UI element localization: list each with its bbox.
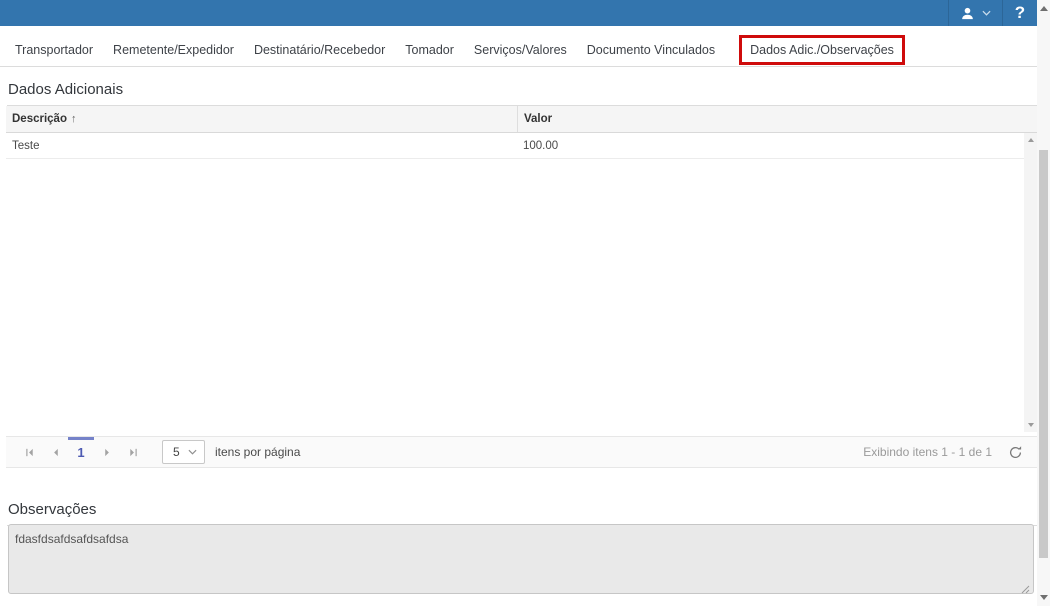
page-size-dropdown[interactable]: 5 bbox=[162, 440, 205, 464]
cell-valor: 100.00 bbox=[517, 140, 1037, 152]
grid-header-row: Descrição ↑ Valor bbox=[6, 106, 1037, 133]
tab-remetente-expedidor[interactable]: Remetente/Expedidor bbox=[103, 37, 244, 63]
user-menu-button[interactable] bbox=[948, 0, 1003, 26]
refresh-icon bbox=[1008, 445, 1023, 460]
textarea-resize-handle[interactable] bbox=[1020, 581, 1030, 599]
page-size-value: 5 bbox=[173, 445, 180, 459]
column-header-valor-label: Valor bbox=[524, 113, 552, 125]
pager-last-button[interactable] bbox=[120, 437, 146, 467]
grid-vertical-scrollbar[interactable] bbox=[1024, 133, 1037, 432]
user-icon bbox=[960, 6, 975, 21]
pager-first-button[interactable] bbox=[16, 437, 42, 467]
column-header-valor[interactable]: Valor bbox=[517, 106, 1037, 132]
tab-strip: Transportador Remetente/Expedidor Destin… bbox=[0, 33, 1037, 67]
sort-asc-icon: ↑ bbox=[71, 113, 77, 125]
tab-transportador[interactable]: Transportador bbox=[5, 37, 103, 63]
pager-page-1[interactable]: 1 bbox=[68, 437, 94, 467]
tab-tomador[interactable]: Tomador bbox=[395, 37, 464, 63]
pager-previous-button[interactable] bbox=[42, 437, 68, 467]
tab-servicos-valores[interactable]: Serviços/Valores bbox=[464, 37, 577, 63]
scroll-down-icon[interactable] bbox=[1040, 595, 1048, 600]
dados-adicionais-title: Dados Adicionais bbox=[7, 81, 1037, 106]
chevron-down-icon bbox=[188, 449, 197, 455]
table-row[interactable]: Teste 100.00 bbox=[6, 133, 1037, 159]
column-header-descricao[interactable]: Descrição ↑ bbox=[6, 106, 517, 132]
scroll-down-icon[interactable] bbox=[1028, 423, 1034, 427]
refresh-button[interactable] bbox=[1008, 445, 1023, 460]
observacoes-title: Observações bbox=[7, 501, 1037, 526]
tab-dados-adic-observacoes[interactable]: Dados Adic./Observações bbox=[743, 40, 901, 60]
cell-descricao: Teste bbox=[6, 140, 517, 152]
scroll-up-icon[interactable] bbox=[1028, 138, 1034, 142]
observacoes-textarea[interactable]: fdasfdsafdsafdsafdsa bbox=[8, 524, 1034, 594]
tab-documento-vinculados[interactable]: Documento Vinculados bbox=[577, 37, 725, 63]
grid-body: Teste 100.00 bbox=[6, 133, 1037, 432]
pager-next-button[interactable] bbox=[94, 437, 120, 467]
items-per-page-label: itens por página bbox=[215, 445, 300, 459]
page-vertical-scrollbar[interactable] bbox=[1037, 0, 1050, 606]
pager-status-text: Exibindo itens 1 - 1 de 1 bbox=[863, 445, 992, 459]
column-header-descricao-label: Descrição bbox=[12, 113, 67, 125]
chevron-down-icon bbox=[982, 10, 991, 16]
dados-adicionais-grid: Descrição ↑ Valor Teste 100.00 bbox=[6, 106, 1037, 432]
grid-pager: 1 5 itens por página Exibindo itens 1 - … bbox=[6, 436, 1037, 468]
tab-destinatario-recebedor[interactable]: Destinatário/Recebedor bbox=[244, 37, 395, 63]
scroll-up-icon[interactable] bbox=[1040, 6, 1048, 11]
help-button[interactable]: ? bbox=[1003, 0, 1037, 26]
top-bar: ? bbox=[0, 0, 1037, 26]
annotation-highlight-box: Dados Adic./Observações bbox=[739, 35, 905, 65]
help-icon: ? bbox=[1015, 3, 1025, 23]
scrollbar-thumb[interactable] bbox=[1039, 150, 1048, 558]
